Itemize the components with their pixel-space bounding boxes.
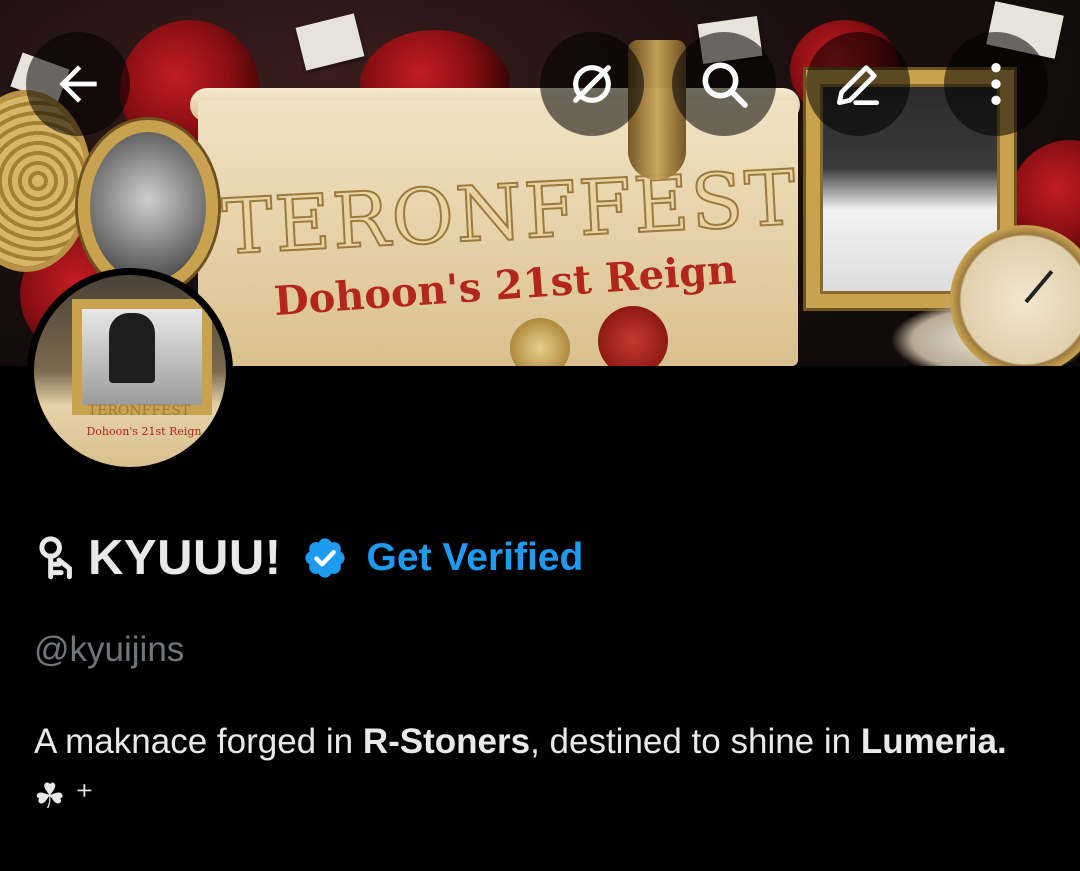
bio-text: A maknace forged in	[34, 722, 363, 761]
locket-portrait	[78, 120, 218, 294]
more-button[interactable]	[944, 32, 1048, 136]
card-decoration	[295, 13, 365, 71]
avatar-person	[109, 313, 155, 383]
user-handle: @kyuijins	[34, 630, 185, 669]
get-verified-link[interactable]: Get Verified	[367, 536, 584, 580]
name-row: KYUUU! Get Verified	[34, 528, 583, 588]
avatar-banner-subtitle: Dohoon's 21st Reign	[86, 425, 202, 438]
display-name: KYUUU!	[88, 531, 282, 585]
verified-badge-icon[interactable]	[302, 535, 348, 581]
bio-symbols: ☘︎ ⁺	[34, 777, 94, 816]
search-icon	[702, 62, 748, 108]
bio-bold-lumeria: Lumeria.	[860, 722, 1007, 761]
avatar-banner-title: TERONFFEST	[87, 403, 191, 419]
more-vertical-icon	[991, 63, 1001, 105]
key-icon	[39, 536, 72, 580]
avatar[interactable]: TERONFFEST Dohoon's 21st Reign	[27, 268, 233, 474]
edit-button[interactable]	[806, 32, 910, 136]
profile-bio: A maknace forged in R-Stoners, destined …	[34, 714, 1044, 824]
search-button[interactable]	[672, 32, 776, 136]
arrow-left-icon	[59, 65, 97, 103]
back-button[interactable]	[26, 32, 130, 136]
bio-text: , destined to shine in	[530, 722, 861, 761]
pencil-icon	[837, 65, 879, 105]
eye-off-icon	[573, 65, 611, 103]
hide-button[interactable]	[540, 32, 644, 136]
bio-bold-rstoners: R-Stoners	[362, 722, 531, 761]
